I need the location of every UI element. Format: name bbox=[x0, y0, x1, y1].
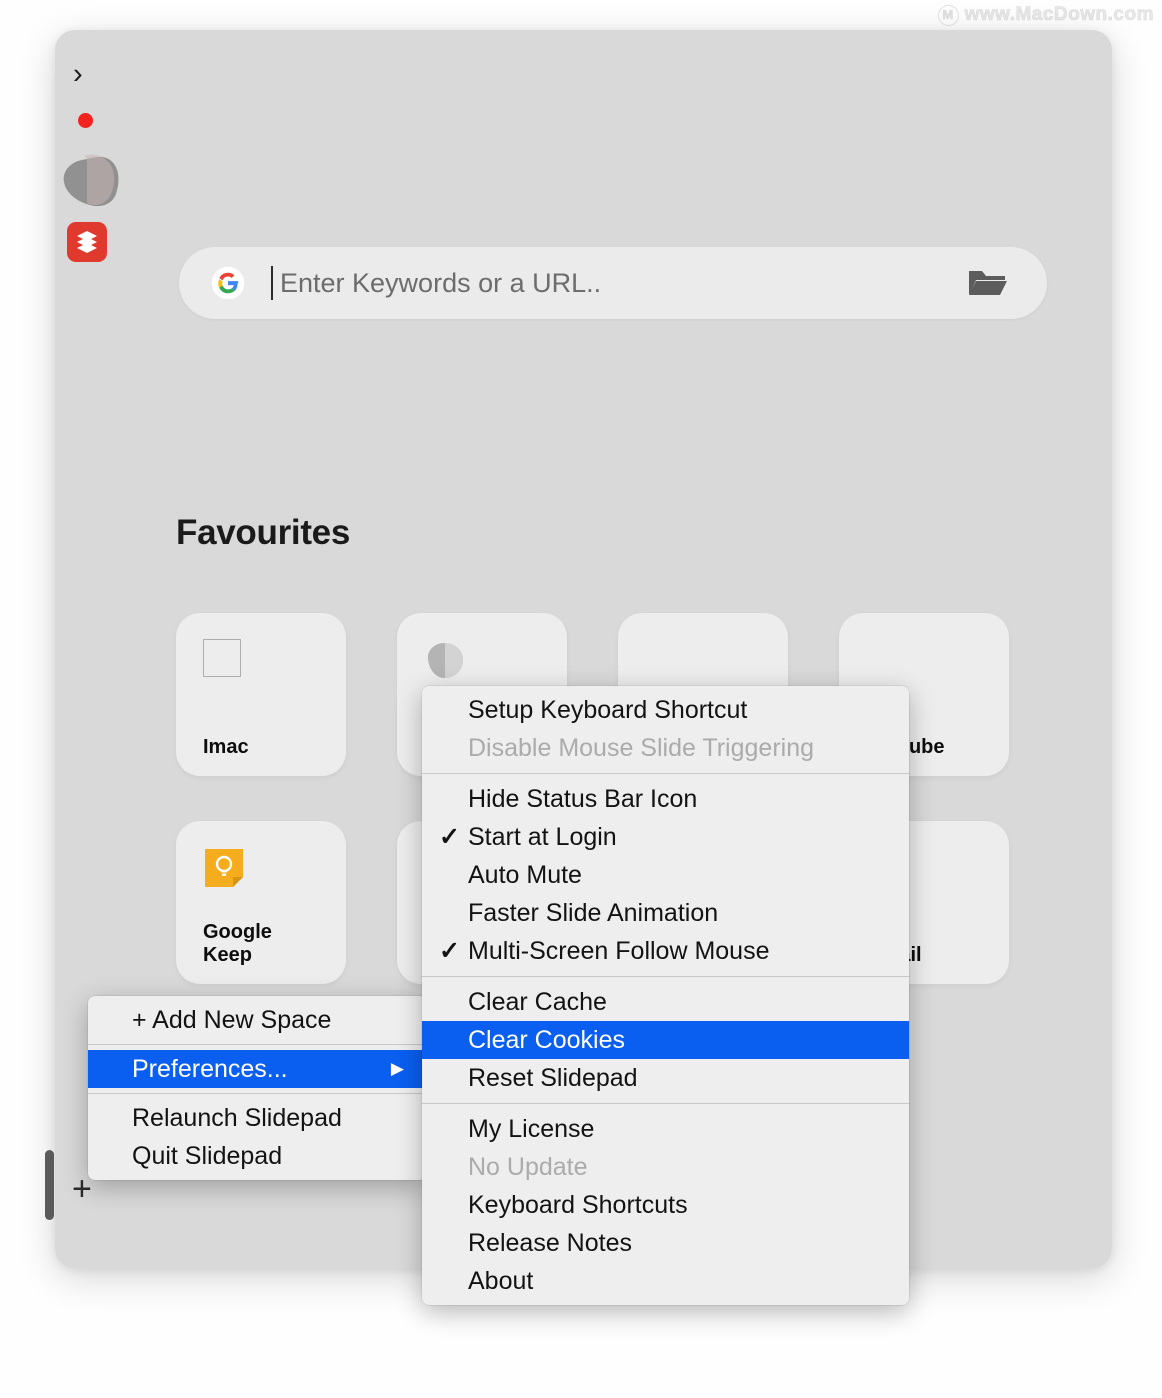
menu-item-relaunch-slidepad[interactable]: Relaunch Slidepad bbox=[88, 1099, 426, 1137]
card-label: Imac bbox=[203, 736, 249, 759]
gray-blob-icon bbox=[427, 643, 463, 678]
menu-item-label: Clear Cache bbox=[468, 987, 607, 1016]
menu-item-preferences[interactable]: Preferences... ▶ bbox=[88, 1050, 426, 1088]
favourite-card-google-keep[interactable]: Google Keep bbox=[176, 821, 346, 984]
menu-separator bbox=[88, 1044, 426, 1045]
menu-item-label: Preferences... bbox=[132, 1054, 288, 1083]
checkmark-icon: ✓ bbox=[439, 823, 460, 851]
menu-item-reset-slidepad[interactable]: Reset Slidepad bbox=[422, 1059, 909, 1097]
open-folder-icon[interactable] bbox=[967, 267, 1007, 299]
square-outline-icon bbox=[203, 639, 245, 681]
card-label-line1: Google bbox=[203, 920, 272, 943]
menu-item-keyboard-shortcuts[interactable]: Keyboard Shortcuts bbox=[422, 1186, 909, 1224]
menu-separator bbox=[88, 1093, 426, 1094]
menu-separator bbox=[422, 1103, 909, 1104]
search-input[interactable]: Enter Keywords or a URL.. bbox=[280, 268, 967, 299]
card-label-line2: Keep bbox=[203, 944, 252, 967]
menu-item-hide-status-bar-icon[interactable]: Hide Status Bar Icon bbox=[422, 780, 909, 818]
menu-item-label: My License bbox=[468, 1114, 595, 1143]
red-dot-indicator-icon[interactable] bbox=[78, 113, 93, 128]
checkmark-icon: ✓ bbox=[439, 937, 460, 965]
favourite-card-imac[interactable]: Imac bbox=[176, 613, 346, 776]
menu-item-clear-cookies[interactable]: Clear Cookies bbox=[422, 1021, 909, 1059]
chevron-right-icon[interactable]: › bbox=[73, 60, 83, 89]
google-g-icon bbox=[211, 266, 245, 300]
menu-item-label: About bbox=[468, 1266, 534, 1295]
menu-item-label: Clear Cookies bbox=[468, 1025, 626, 1054]
menu-item-disable-mouse-slide-triggering: Disable Mouse Slide Triggering bbox=[422, 729, 909, 767]
menu-item-setup-keyboard-shortcut[interactable]: Setup Keyboard Shortcut bbox=[422, 691, 909, 729]
page-title: Favourites bbox=[176, 513, 350, 552]
menu-item-no-update: No Update bbox=[422, 1148, 909, 1186]
menu-item-add-new-space[interactable]: + Add New Space bbox=[88, 1001, 426, 1039]
menu-item-label: Reset Slidepad bbox=[468, 1063, 638, 1092]
preferences-submenu: Setup Keyboard Shortcut Disable Mouse Sl… bbox=[422, 686, 909, 1305]
menu-item-release-notes[interactable]: Release Notes bbox=[422, 1224, 909, 1262]
macdown-watermark: M www.MacDown.com bbox=[937, 4, 1154, 26]
menu-item-label: + Add New Space bbox=[132, 1005, 332, 1034]
menu-item-label: Hide Status Bar Icon bbox=[468, 784, 698, 813]
macdown-logo-icon: M bbox=[937, 4, 959, 26]
menu-item-label: No Update bbox=[468, 1152, 588, 1181]
menu-item-label: Faster Slide Animation bbox=[468, 898, 719, 927]
search-bar[interactable]: Enter Keywords or a URL.. bbox=[179, 247, 1047, 319]
menu-separator bbox=[422, 976, 909, 977]
menu-separator bbox=[422, 773, 909, 774]
menu-item-label: Relaunch Slidepad bbox=[132, 1103, 342, 1132]
menu-item-clear-cache[interactable]: Clear Cache bbox=[422, 983, 909, 1021]
menu-item-label: Setup Keyboard Shortcut bbox=[468, 695, 748, 724]
card-label: Google Keep bbox=[203, 921, 334, 968]
menu-item-multi-screen-follow-mouse[interactable]: ✓ Multi-Screen Follow Mouse bbox=[422, 932, 909, 970]
todoist-app-icon[interactable] bbox=[67, 222, 107, 262]
menu-item-label: Release Notes bbox=[468, 1228, 632, 1257]
menu-item-auto-mute[interactable]: Auto Mute bbox=[422, 856, 909, 894]
menu-item-faster-slide-animation[interactable]: Faster Slide Animation bbox=[422, 894, 909, 932]
watermark-text: www.MacDown.com bbox=[964, 4, 1154, 26]
screenshot-root: M www.MacDown.com › + Enter Keywords or … bbox=[0, 0, 1162, 1398]
space-thumbnail-blob-icon[interactable] bbox=[60, 150, 125, 212]
menu-item-label: Quit Slidepad bbox=[132, 1141, 283, 1170]
google-keep-icon bbox=[205, 849, 243, 887]
menu-item-label: Auto Mute bbox=[468, 860, 582, 889]
chevron-right-submenu-icon: ▶ bbox=[390, 1059, 404, 1078]
menu-item-label: Keyboard Shortcuts bbox=[468, 1190, 688, 1219]
menu-item-start-at-login[interactable]: ✓ Start at Login bbox=[422, 818, 909, 856]
text-cursor bbox=[271, 266, 273, 300]
menu-item-quit-slidepad[interactable]: Quit Slidepad bbox=[88, 1137, 426, 1175]
menu-item-label: Start at Login bbox=[468, 822, 617, 851]
menu-item-label: Multi-Screen Follow Mouse bbox=[468, 936, 770, 965]
menu-item-about[interactable]: About bbox=[422, 1262, 909, 1300]
window-drag-handle[interactable] bbox=[45, 1150, 54, 1220]
space-context-menu: + Add New Space Preferences... ▶ Relaunc… bbox=[88, 996, 426, 1180]
menu-item-my-license[interactable]: My License bbox=[422, 1110, 909, 1148]
menu-item-label: Disable Mouse Slide Triggering bbox=[468, 733, 815, 762]
